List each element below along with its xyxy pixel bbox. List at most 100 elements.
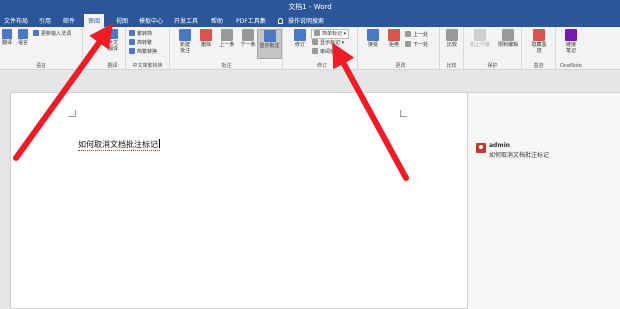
language-label: 语言 [17, 40, 28, 46]
tab-developer[interactable]: 开发工具 [174, 16, 198, 25]
tab-references[interactable]: 引用 [39, 16, 51, 25]
review-pane-icon [312, 48, 318, 54]
compare-button[interactable]: 比较 [441, 29, 463, 48]
group-label-compare: 比较 [446, 63, 457, 69]
group-label-chinese: 中文简繁转换 [132, 63, 163, 69]
document-body-text[interactable]: 如何取消文档批注标记 [78, 139, 160, 151]
group-label-onenote: OneNote [559, 63, 583, 69]
delete-comment-button[interactable]: 删除 [195, 29, 217, 48]
simplified-icon [129, 30, 135, 36]
reject-icon [388, 29, 400, 41]
to-traditional-button[interactable]: 简转繁 [129, 39, 152, 47]
track-changes-icon [294, 29, 306, 41]
new-comment-label-2: 批注 [179, 48, 190, 54]
previous-comment-button[interactable]: 上一条 [216, 29, 238, 48]
translate-icon [2, 29, 12, 39]
tab-file[interactable]: 文件 [4, 16, 16, 25]
restrict-editing-button[interactable]: 限制编辑 [494, 29, 522, 48]
tab-mailings[interactable]: 邮件 [63, 16, 75, 25]
hide-ink-label-2: 迹 [536, 48, 542, 54]
tab-pdf-tools[interactable]: PDF工具集 [236, 16, 266, 25]
group-translate: 全文 翻译 翻译 [100, 27, 126, 70]
group-compare: 比较 比较 [440, 27, 464, 70]
new-comment-button[interactable]: 新建 批注 [174, 29, 196, 54]
group-label-comments: 批注 [221, 63, 232, 69]
margin-corner-top-right [400, 110, 407, 117]
translate-button[interactable]: 翻译 [0, 29, 14, 46]
group-onenote: 链接 笔记 OneNote [556, 27, 586, 70]
linked-notes-button[interactable]: 链接 笔记 [559, 29, 583, 54]
tab-view[interactable]: 视图 [116, 16, 128, 25]
delete-comment-icon [200, 29, 212, 41]
group-label-language: 语言 [35, 63, 46, 69]
group-label-protect: 保护 [487, 63, 498, 69]
group-changes: 接受 拒绝 上一处 下一处 更改 [362, 27, 440, 70]
translate-label: 翻译 [1, 40, 12, 46]
tab-help[interactable]: 帮助 [211, 16, 223, 25]
compare-label: 比较 [446, 42, 457, 48]
group-label-changes: 更改 [395, 63, 406, 69]
group-language: 翻译 语言 更新输入法词 语言 [0, 27, 83, 70]
reject-button[interactable]: 拒绝 [383, 29, 405, 48]
group-ink: 隐藏墨迹 墨迹 [522, 27, 556, 70]
convert-button[interactable]: 简繁转换 [129, 48, 157, 56]
markup-icon [314, 30, 320, 36]
track-changes-label: 修订 [294, 42, 305, 48]
language-icon [18, 29, 28, 39]
title-bar: 文档1 - Word [0, 0, 620, 13]
accept-button[interactable]: 接受 [362, 29, 384, 48]
block-authors-button[interactable]: 阻止作者 [466, 29, 494, 48]
delete-comment-label: 删除 [200, 42, 211, 48]
show-markup-button[interactable]: 显示标记 ▾ [312, 39, 344, 47]
user-avatar-icon [476, 143, 486, 153]
update-ime-button[interactable]: 更新输入法词 [33, 30, 71, 38]
hide-ink-button[interactable]: 隐藏墨迹 [526, 29, 552, 54]
lightbulb-icon [278, 18, 283, 24]
ime-icon [33, 30, 39, 36]
convert-icon [129, 48, 135, 54]
group-comments: 新建 批注 删除 上一条 下一条 显示批注 批注 [171, 27, 283, 70]
review-pane-button[interactable]: 审阅窗格 [312, 48, 340, 56]
track-changes-button[interactable]: 修订 [289, 29, 311, 48]
text-caret [159, 139, 160, 148]
compare-icon [446, 29, 458, 41]
markup-area: admin 如何取消文档批注标记 [468, 92, 620, 309]
tab-review[interactable]: 审阅 [84, 14, 105, 27]
document-page[interactable]: 如何取消文档批注标记 [10, 92, 468, 309]
tab-layout[interactable]: 布局 [16, 16, 28, 25]
next-comment-button[interactable]: 下一条 [237, 29, 259, 48]
language-button[interactable]: 语言 [15, 29, 31, 46]
update-ime-label: 更新输入法词 [41, 31, 72, 37]
tab-template-center[interactable]: 模板中心 [139, 16, 163, 25]
document-text: 如何取消文档批注标记 [78, 140, 158, 149]
accept-label: 接受 [367, 42, 378, 48]
group-chinese-conversion: 繁转简 简转繁 简繁转换 中文简繁转换 [126, 27, 170, 70]
previous-change-icon [405, 31, 411, 37]
review-pane-label: 审阅窗格 [320, 49, 341, 55]
show-comments-icon [263, 30, 276, 42]
to-simplified-button[interactable]: 繁转简 [129, 30, 152, 38]
document-area: 如何取消文档批注标记 admin 如何取消文档批注标记 [0, 70, 620, 309]
new-comment-icon [179, 29, 191, 41]
document-translate-icon [108, 29, 118, 39]
window-title: 文档1 - Word [288, 3, 332, 11]
to-simplified-label: 繁转简 [137, 31, 153, 37]
comment-author: admin [489, 142, 510, 149]
next-comment-icon [242, 29, 254, 41]
group-label-tracking: 修订 [316, 63, 327, 69]
convert-label: 简繁转换 [137, 49, 158, 55]
previous-comment-icon [221, 29, 233, 41]
block-authors-label: 阻止作者 [469, 42, 490, 48]
tell-me-search[interactable]: 操作说明搜索 [278, 16, 324, 25]
previous-change-button[interactable]: 上一处 [405, 31, 428, 39]
comment-text: 如何取消文档批注标记 [489, 152, 550, 159]
show-comments-button[interactable]: 显示批注 [257, 29, 282, 59]
simple-markup-dropdown[interactable]: 简单标记 ▾ [311, 29, 350, 39]
accept-icon [367, 29, 379, 41]
group-protect: 阻止作者 限制编辑 保护 [464, 27, 522, 70]
ribbon: 翻译 语言 更新输入法词 语言 全文 翻译 翻译 繁转简 简转繁 简繁转换 中文简… [0, 27, 620, 70]
hide-ink-icon [533, 29, 545, 41]
tell-me-label: 操作说明搜索 [288, 18, 325, 25]
next-change-button[interactable]: 下一处 [405, 41, 428, 49]
full-translate-button[interactable]: 全文 翻译 [102, 29, 124, 52]
